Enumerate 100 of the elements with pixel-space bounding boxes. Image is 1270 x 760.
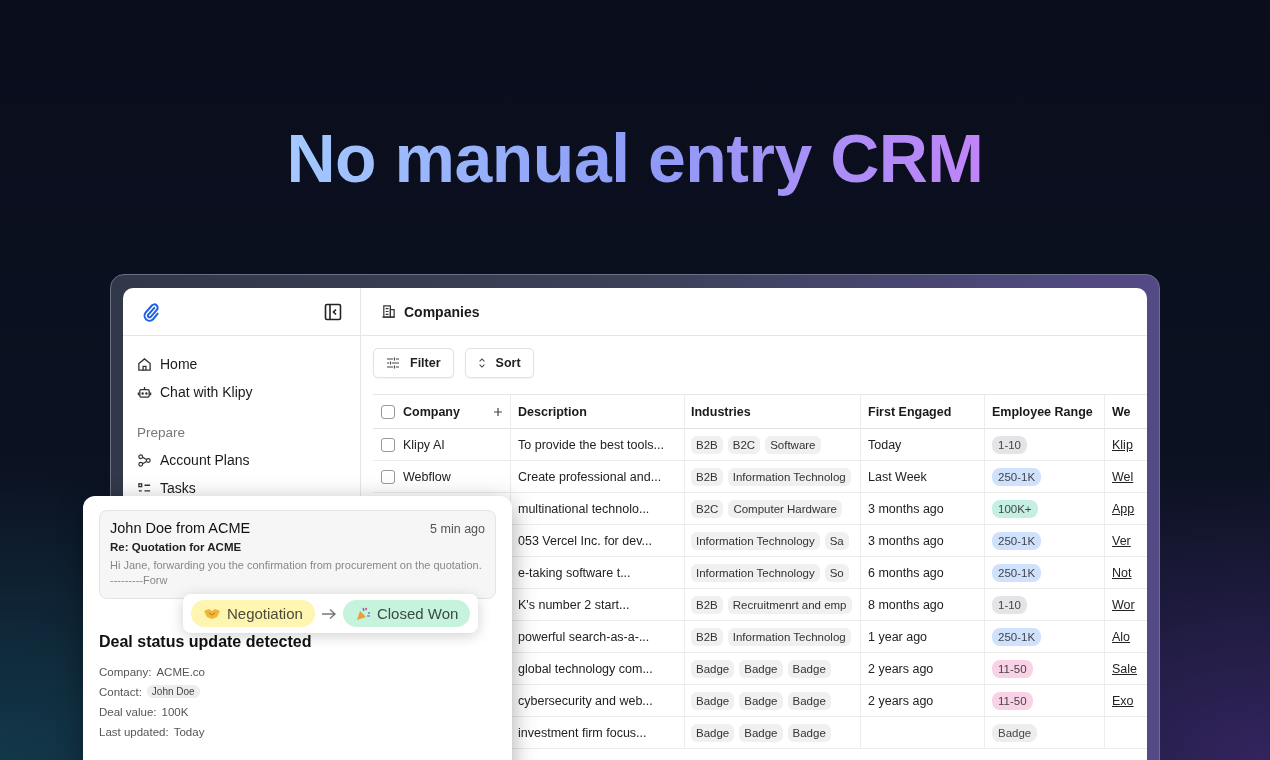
sort-button[interactable]: Sort: [464, 348, 534, 378]
home-icon: [137, 356, 152, 372]
checkbox[interactable]: [381, 404, 395, 419]
industry-tag: Badge: [691, 723, 735, 742]
card-heading: Deal status update detected: [99, 633, 313, 651]
table-cell: powerful search-as-a-...: [518, 629, 650, 644]
field-value: ACME.co: [156, 665, 205, 678]
industry-tag: Badge: [787, 691, 831, 710]
table-cell: 2 years ago: [868, 693, 934, 708]
table-cell: K's number 2 start...: [518, 597, 630, 612]
table-cell: To provide the best tools...: [518, 437, 664, 452]
field-value: 100K: [161, 705, 189, 718]
industry-tag: Sa: [824, 531, 849, 550]
range-tag: 250-1K: [992, 627, 1042, 646]
industry-tag: Recruitmenrt and emp: [727, 595, 852, 614]
range-tag: 1-10: [992, 435, 1028, 454]
industry-tag: Badge: [739, 659, 783, 678]
table-cell: Klipy AI: [403, 437, 445, 452]
table-cell: Today: [868, 437, 902, 452]
robot-icon: [137, 384, 152, 400]
range-tag: Badge: [992, 723, 1038, 742]
stage-pill: Closed Won: [342, 600, 471, 627]
industry-tag: B2B: [691, 595, 723, 614]
industry-tag: B2C: [691, 499, 724, 518]
checkbox[interactable]: [381, 469, 395, 484]
email-subject: Re: Quotation for ACME: [110, 541, 243, 553]
column-header[interactable]: Company: [403, 404, 460, 419]
stage-pill: Negotiation: [191, 600, 315, 627]
range-tag: 11-50: [992, 691, 1033, 710]
table-cell: Last Week: [868, 469, 927, 484]
website-link[interactable]: App: [1112, 501, 1135, 516]
industry-tag: Information Technology: [691, 563, 820, 582]
column-header[interactable]: First Engaged: [868, 404, 952, 419]
industry-tag: Badge: [739, 691, 783, 710]
email-sender: John Doe from ACME: [110, 520, 251, 536]
building-icon: [381, 304, 396, 319]
range-tag: 11-50: [992, 659, 1033, 678]
nodes-icon: [137, 452, 152, 468]
website-link[interactable]: Exo: [1112, 693, 1134, 708]
table-cell: 053 Vercel Inc. for dev...: [518, 533, 652, 548]
nav-item[interactable]: Chat with Klipy: [160, 384, 253, 400]
field-label: Deal value:: [99, 705, 157, 718]
sliders-icon: [386, 356, 400, 370]
column-header[interactable]: We: [1112, 404, 1131, 419]
industry-tag: So: [824, 563, 849, 582]
nav-item[interactable]: Account Plans: [160, 452, 250, 468]
website-link[interactable]: Alo: [1112, 629, 1131, 644]
field-label: Contact:: [99, 685, 142, 698]
website-link[interactable]: Wor: [1112, 597, 1135, 612]
industry-tag: Badge: [691, 659, 735, 678]
field-label: Last updated:: [99, 725, 169, 738]
column-header[interactable]: Employee Range: [992, 404, 1093, 419]
industry-tag: Information Technolog: [727, 627, 851, 646]
paperclip-logo-icon: [141, 301, 161, 322]
field-value: Today: [173, 725, 205, 738]
table-cell: investment firm focus...: [518, 725, 647, 740]
table-cell: e-taking software t...: [518, 565, 631, 580]
industry-tag: Software: [765, 435, 821, 454]
industry-tag: B2B: [691, 467, 723, 486]
arrow-icon: [320, 607, 337, 620]
industry-tag: B2B: [691, 627, 723, 646]
field-label: Company:: [99, 665, 152, 678]
section-heading: Prepare: [137, 424, 187, 442]
website-link[interactable]: Wel: [1112, 469, 1134, 484]
industry-tag: Badge: [787, 723, 831, 742]
email-time: 5 min ago: [430, 522, 485, 536]
party-popper-icon: [354, 605, 371, 622]
range-tag: 250-1K: [992, 467, 1042, 486]
nav-item[interactable]: Tasks: [160, 480, 196, 496]
email-body: Hi Jane, forwarding you the confirmation from procurement on the quotation. ---------Forw: [110, 558, 483, 588]
contact-chip: John Doe: [146, 685, 200, 698]
industry-tag: B2C: [727, 435, 761, 454]
industry-tag: Computer Hardware: [728, 499, 842, 518]
table-cell: cybersecurity and web...: [518, 693, 653, 708]
range-tag: 250-1K: [992, 563, 1042, 582]
column-header[interactable]: Description: [518, 404, 587, 419]
checkbox[interactable]: [381, 437, 395, 452]
range-tag: 1-10: [992, 595, 1028, 614]
table-cell: 3 months ago: [868, 533, 944, 548]
table-cell: Webflow: [403, 469, 451, 484]
table-cell: 8 months ago: [868, 597, 944, 612]
table-cell: 2 years ago: [868, 661, 934, 676]
collapse-sidebar-icon[interactable]: [324, 302, 342, 321]
website-link[interactable]: Sale: [1112, 661, 1138, 676]
industry-tag: Badge: [691, 691, 735, 710]
website-link[interactable]: Ver: [1112, 533, 1131, 548]
range-tag: 100K+: [992, 499, 1038, 518]
chevrons-icon: [477, 357, 486, 369]
industry-tag: Badge: [739, 723, 783, 742]
table-cell: Create professional and...: [518, 469, 662, 484]
column-header[interactable]: Industries: [691, 404, 751, 419]
website-link[interactable]: Not: [1112, 565, 1132, 580]
table-cell: global technology com...: [518, 661, 653, 676]
nav-item[interactable]: Home: [160, 356, 198, 372]
filter-button[interactable]: Filter: [373, 348, 454, 378]
website-link[interactable]: Klip: [1112, 437, 1133, 452]
industry-tag: Information Technolog: [727, 467, 851, 486]
range-tag: 250-1K: [992, 531, 1042, 550]
table-cell: 6 months ago: [868, 565, 944, 580]
add-icon[interactable]: [493, 406, 503, 417]
